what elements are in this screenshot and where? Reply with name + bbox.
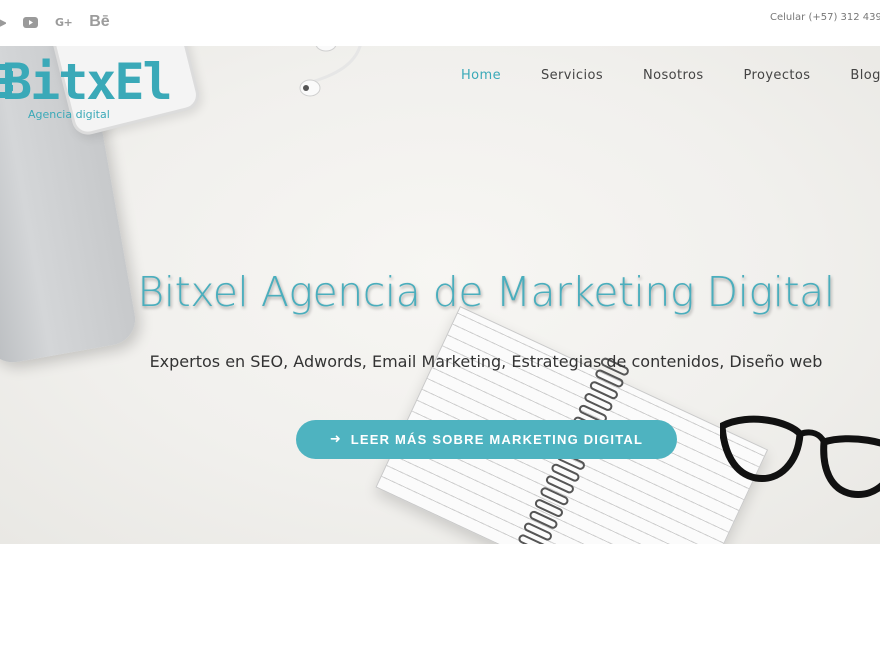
youtube-icon[interactable] xyxy=(23,16,38,28)
nav-item-blog[interactable]: Blog xyxy=(850,68,880,83)
hero-section: BitxEl Agencia digital Home Servicios No… xyxy=(0,46,880,544)
read-more-label: LEER MÁS SOBRE MARKETING DIGITAL xyxy=(350,432,644,447)
hero-subheadline: Expertos en SEO, Adwords, Email Marketin… xyxy=(149,352,823,371)
contact-phone: Celular (+57) 312 439 xyxy=(770,12,880,23)
content-area xyxy=(0,544,880,660)
nav-item-proyectos[interactable]: Proyectos xyxy=(744,68,811,83)
arrow-right-icon: ➜ xyxy=(329,432,341,447)
read-more-button[interactable]: ➜ LEER MÁS SOBRE MARKETING DIGITAL xyxy=(296,420,677,459)
main-nav: Home Servicios Nosotros Proyectos Blog xyxy=(461,68,880,83)
top-bar: ▶ G+ Bē Celular (+57) 312 439 xyxy=(0,0,880,46)
nav-item-nosotros[interactable]: Nosotros xyxy=(643,68,704,83)
earbuds-image xyxy=(299,46,362,97)
behance-icon[interactable]: Bē xyxy=(89,13,109,31)
google-plus-icon[interactable]: G+ xyxy=(55,16,73,29)
site-logo[interactable]: BitxEl Agencia digital xyxy=(0,50,190,130)
logo-wordmark: BitxEl xyxy=(2,53,173,111)
nav-item-home[interactable]: Home xyxy=(461,68,501,83)
hero-headline: Bitxel Agencia de Marketing Digital xyxy=(137,268,835,316)
nav-item-servicios[interactable]: Servicios xyxy=(541,68,603,83)
glasses-image xyxy=(720,415,880,498)
twitter-icon[interactable]: ▶ xyxy=(0,16,6,29)
social-links: ▶ G+ Bē xyxy=(0,12,127,32)
logo-tagline: Agencia digital xyxy=(28,108,110,121)
